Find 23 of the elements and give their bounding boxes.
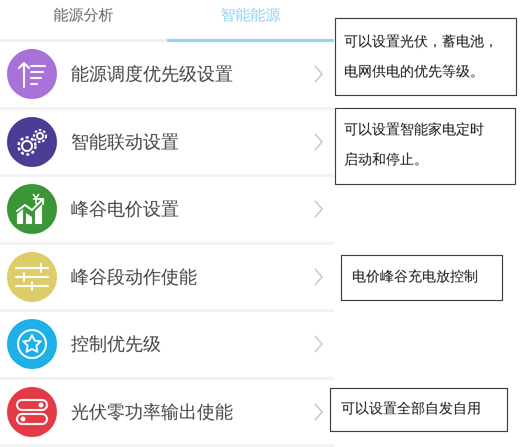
- chevron-icon: [314, 200, 323, 218]
- chevron-icon: [314, 268, 323, 286]
- chevron-icon: [314, 402, 323, 421]
- menu-item[interactable]: 峰谷段动作使能: [0, 244, 334, 312]
- item-label: 能源调度优先级设置: [71, 63, 234, 86]
- item-label: 智能联动设置: [71, 130, 180, 154]
- menu-item[interactable]: 控制优先级: [0, 312, 334, 380]
- annotation-note: 可以设置全部自发自用: [330, 388, 508, 432]
- menu-item[interactable]: 光伏零功率输出使能: [0, 380, 334, 447]
- chevron-icon: [314, 65, 323, 84]
- item-label: 峰谷电价设置: [71, 198, 180, 222]
- annotation-note: 电价峰谷充电放控制: [341, 255, 503, 301]
- chevron-icon: [314, 335, 323, 354]
- item-label: 光伏零功率输出使能: [71, 400, 234, 424]
- tab[interactable]: 能源分析: [0, 0, 167, 39]
- annotation-note: 可以设置光伏，蓄电池，电网供电的优先等级。: [335, 18, 517, 96]
- annotation-note: 可以设置智能家电定时启动和停止。: [335, 108, 516, 185]
- menu-item[interactable]: 智能联动设置: [0, 110, 334, 177]
- item-label: 控制优先级: [71, 333, 162, 356]
- menu-item[interactable]: 能源调度优先级设置: [0, 42, 334, 110]
- menu-item[interactable]: 峰谷电价设置: [0, 177, 334, 244]
- item-label: 峰谷段动作使能: [71, 266, 198, 289]
- chevron-icon: [314, 132, 323, 151]
